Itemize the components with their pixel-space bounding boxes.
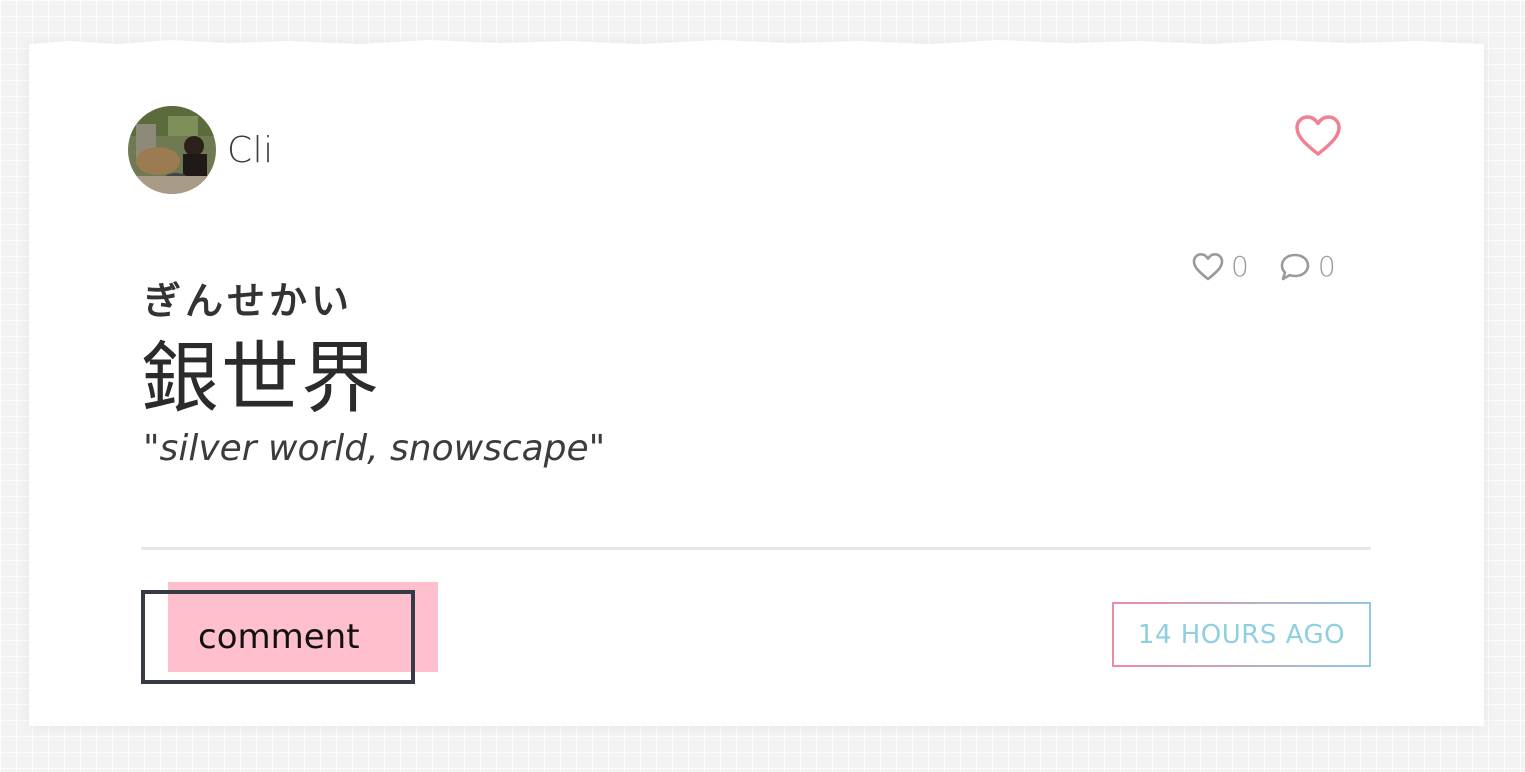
heart-outline-icon (1192, 252, 1224, 280)
comment-count[interactable]: 0 (1279, 250, 1336, 283)
like-count-value: 0 (1231, 250, 1249, 283)
favorite-heart-icon[interactable] (1294, 114, 1342, 158)
avatar[interactable] (128, 106, 216, 194)
author-info[interactable]: Cli (128, 106, 274, 194)
comment-button[interactable]: comment (141, 590, 415, 684)
post-stats: 0 0 (1192, 250, 1336, 283)
torn-paper-edge (29, 40, 1484, 46)
like-count[interactable]: 0 (1192, 250, 1249, 283)
word-kanji: 銀世界 (141, 334, 382, 424)
timestamp-text: 14 HOURS AGO (1137, 619, 1346, 650)
speech-bubble-icon (1280, 253, 1310, 280)
word-card: Cli 0 0 ぎんせかい 銀世界 "silver world, snowsca… (29, 40, 1484, 726)
comment-count-value: 0 (1317, 250, 1336, 283)
word-meaning: "silver world, snowscape" (143, 428, 606, 469)
author-name[interactable]: Cli (227, 130, 274, 171)
divider (141, 547, 1371, 550)
comment-button-wrapper: comment (141, 582, 441, 692)
timestamp-badge: 14 HOURS AGO (1112, 602, 1371, 667)
